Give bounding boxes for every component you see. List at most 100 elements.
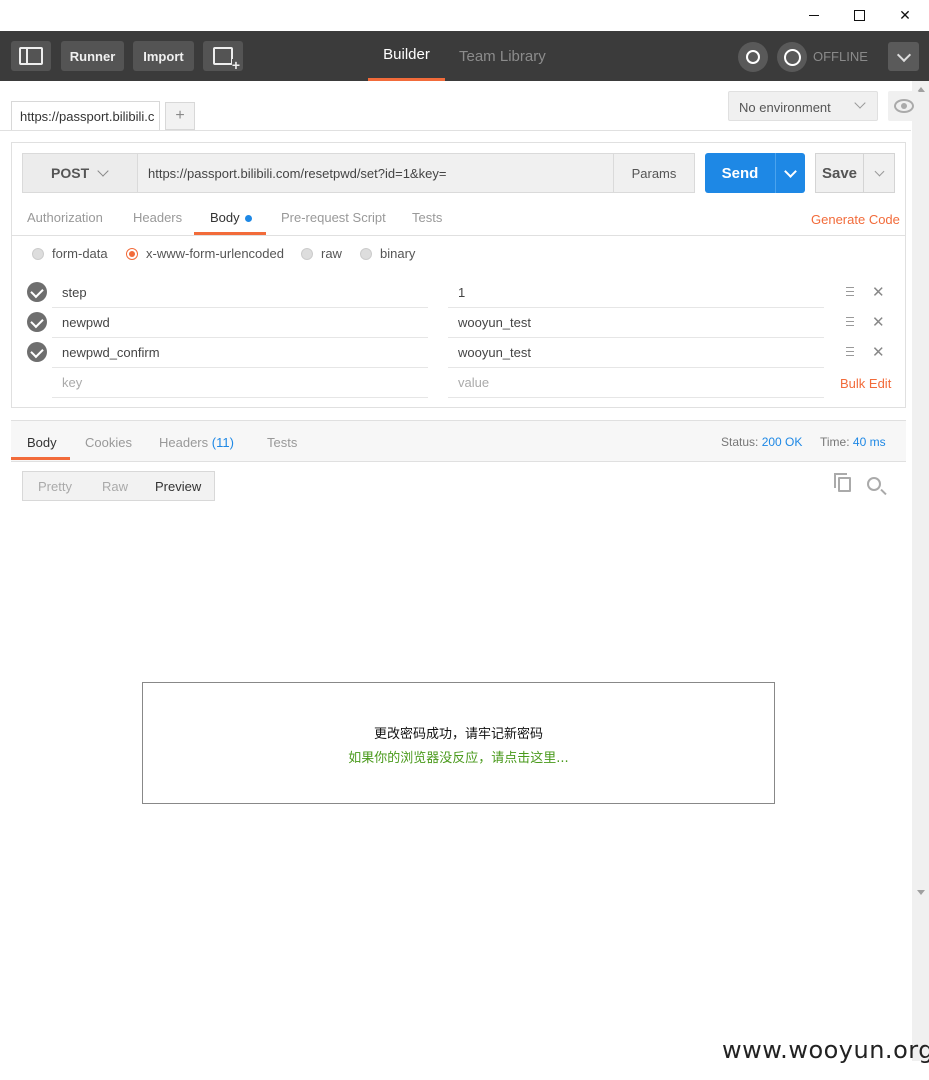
settings-dropdown-button[interactable] — [888, 42, 919, 71]
chevron-down-icon — [784, 164, 797, 178]
send-options-button[interactable] — [775, 153, 805, 193]
runner-button[interactable]: Runner — [61, 41, 124, 71]
response-tab-body[interactable]: Body — [27, 435, 57, 450]
param-key-input[interactable]: step — [52, 278, 428, 308]
environment-select[interactable]: No environment — [728, 91, 878, 121]
scroll-down-icon[interactable] — [917, 890, 925, 895]
copy-icon[interactable] — [834, 473, 851, 492]
import-button[interactable]: Import — [133, 41, 194, 71]
radio-icon — [360, 247, 372, 260]
response-tab-cookies[interactable]: Cookies — [85, 435, 132, 450]
close-button[interactable]: ✕ — [882, 0, 928, 31]
request-tab[interactable]: https://passport.bilibili.c — [11, 101, 160, 131]
drag-handle-icon[interactable] — [846, 287, 854, 296]
checkbox-checked-icon[interactable] — [27, 312, 47, 332]
preview-message: 更改密码成功，请牢记新密码 — [373, 727, 543, 742]
response-time: Time: 40 ms — [820, 435, 886, 449]
eye-icon — [893, 99, 914, 113]
send-button[interactable]: Send — [705, 153, 775, 193]
status-label: Status: — [721, 435, 759, 449]
method-select[interactable]: POST — [22, 153, 138, 193]
active-response-tab-indicator — [11, 457, 70, 460]
delete-icon[interactable]: ✕ — [872, 283, 885, 301]
param-row: step 1 ✕ — [22, 278, 902, 308]
vertical-scrollbar[interactable] — [912, 81, 929, 1061]
headers-count: (11) — [211, 435, 234, 450]
new-window-icon — [213, 47, 240, 71]
toggle-sidebar-button[interactable] — [11, 41, 51, 71]
chevron-down-icon — [874, 166, 884, 176]
params-button[interactable]: Params — [613, 153, 695, 193]
response-tab-headers[interactable]: Headers (11) — [159, 435, 234, 450]
drag-handle-icon[interactable] — [846, 347, 854, 356]
radio-form-data[interactable]: form-data — [32, 246, 108, 261]
param-value-input[interactable]: wooyun_test — [448, 308, 824, 338]
save-options-button[interactable] — [864, 153, 895, 193]
interceptor-icon — [746, 50, 760, 64]
tab-pre-request-script[interactable]: Pre-request Script — [281, 210, 386, 225]
chevron-down-icon — [854, 97, 866, 109]
response-status: Status: 200 OK — [721, 435, 802, 449]
search-icon[interactable] — [867, 477, 881, 491]
url-input[interactable]: https://passport.bilibili.com/resetpwd/s… — [138, 153, 614, 193]
view-pretty[interactable]: Pretty — [38, 479, 72, 494]
window-titlebar: ✕ — [0, 0, 929, 32]
time-label: Time: — [820, 435, 850, 449]
delete-icon[interactable]: ✕ — [872, 313, 885, 331]
tab-authorization[interactable]: Authorization — [27, 210, 103, 225]
minimize-button[interactable] — [791, 0, 837, 31]
radio-label: x-www-form-urlencoded — [146, 246, 284, 261]
new-window-button[interactable] — [203, 41, 243, 71]
bulk-edit-link[interactable]: Bulk Edit — [840, 376, 891, 391]
app-header: Runner Import Builder Team Library OFFLI… — [0, 31, 929, 81]
view-preview[interactable]: Preview — [155, 479, 201, 494]
checkbox-checked-icon[interactable] — [27, 282, 47, 302]
response-view-toggle: Pretty Raw Preview — [22, 471, 215, 501]
sync-button[interactable] — [777, 42, 807, 72]
radio-raw[interactable]: raw — [301, 246, 342, 261]
tab-builder[interactable]: Builder — [368, 31, 445, 81]
tab-team-library[interactable]: Team Library — [459, 31, 546, 81]
sync-icon — [783, 48, 801, 66]
status-value: 200 OK — [761, 435, 803, 449]
response-tab-tests[interactable]: Tests — [267, 435, 297, 450]
response-preview: 更改密码成功，请牢记新密码 如果你的浏览器没反应，请点击这里... — [142, 682, 775, 804]
tab-headers[interactable]: Headers — [133, 210, 182, 225]
tab-body-label: Body — [210, 210, 240, 225]
preview-redirect-link[interactable]: 如果你的浏览器没反应，请点击这里... — [143, 747, 774, 766]
time-value: 40 ms — [852, 435, 886, 449]
response-tab-headers-label: Headers — [159, 435, 209, 450]
generate-code-link[interactable]: Generate Code — [811, 212, 900, 227]
new-value-input[interactable]: value — [448, 368, 824, 398]
param-key-input[interactable]: newpwd — [52, 308, 428, 338]
radio-label: form-data — [52, 246, 108, 261]
interceptor-button[interactable] — [738, 42, 768, 72]
radio-selected-icon — [126, 247, 138, 260]
param-value-input[interactable]: 1 — [448, 278, 824, 308]
tab-tests[interactable]: Tests — [412, 210, 442, 225]
radio-label: binary — [380, 246, 416, 261]
delete-icon[interactable]: ✕ — [872, 343, 885, 361]
drag-handle-icon[interactable] — [846, 317, 854, 326]
save-button[interactable]: Save — [815, 153, 864, 193]
radio-binary[interactable]: binary — [360, 246, 415, 261]
sidebar-icon — [19, 47, 43, 65]
new-param-row: key value — [22, 368, 902, 398]
view-raw[interactable]: Raw — [102, 479, 128, 494]
param-key-input[interactable]: newpwd_confirm — [52, 338, 428, 368]
sync-status-label: OFFLINE — [813, 49, 868, 64]
tab-divider — [0, 130, 911, 131]
checkbox-checked-icon[interactable] — [27, 342, 47, 362]
watermark: www.wooyun.org — [722, 1036, 929, 1064]
add-tab-button[interactable]: + — [165, 102, 195, 130]
radio-x-www-form-urlencoded[interactable]: x-www-form-urlencoded — [126, 246, 284, 261]
radio-icon — [32, 247, 44, 260]
environment-value: No environment — [739, 100, 831, 115]
param-value-input[interactable]: wooyun_test — [448, 338, 824, 368]
maximize-button[interactable] — [836, 0, 882, 31]
environment-quick-look-button[interactable] — [888, 91, 919, 121]
param-row: newpwd wooyun_test ✕ — [22, 308, 902, 338]
chevron-down-icon — [896, 47, 911, 62]
new-key-input[interactable]: key — [52, 368, 428, 398]
tab-body[interactable]: Body — [210, 210, 252, 225]
